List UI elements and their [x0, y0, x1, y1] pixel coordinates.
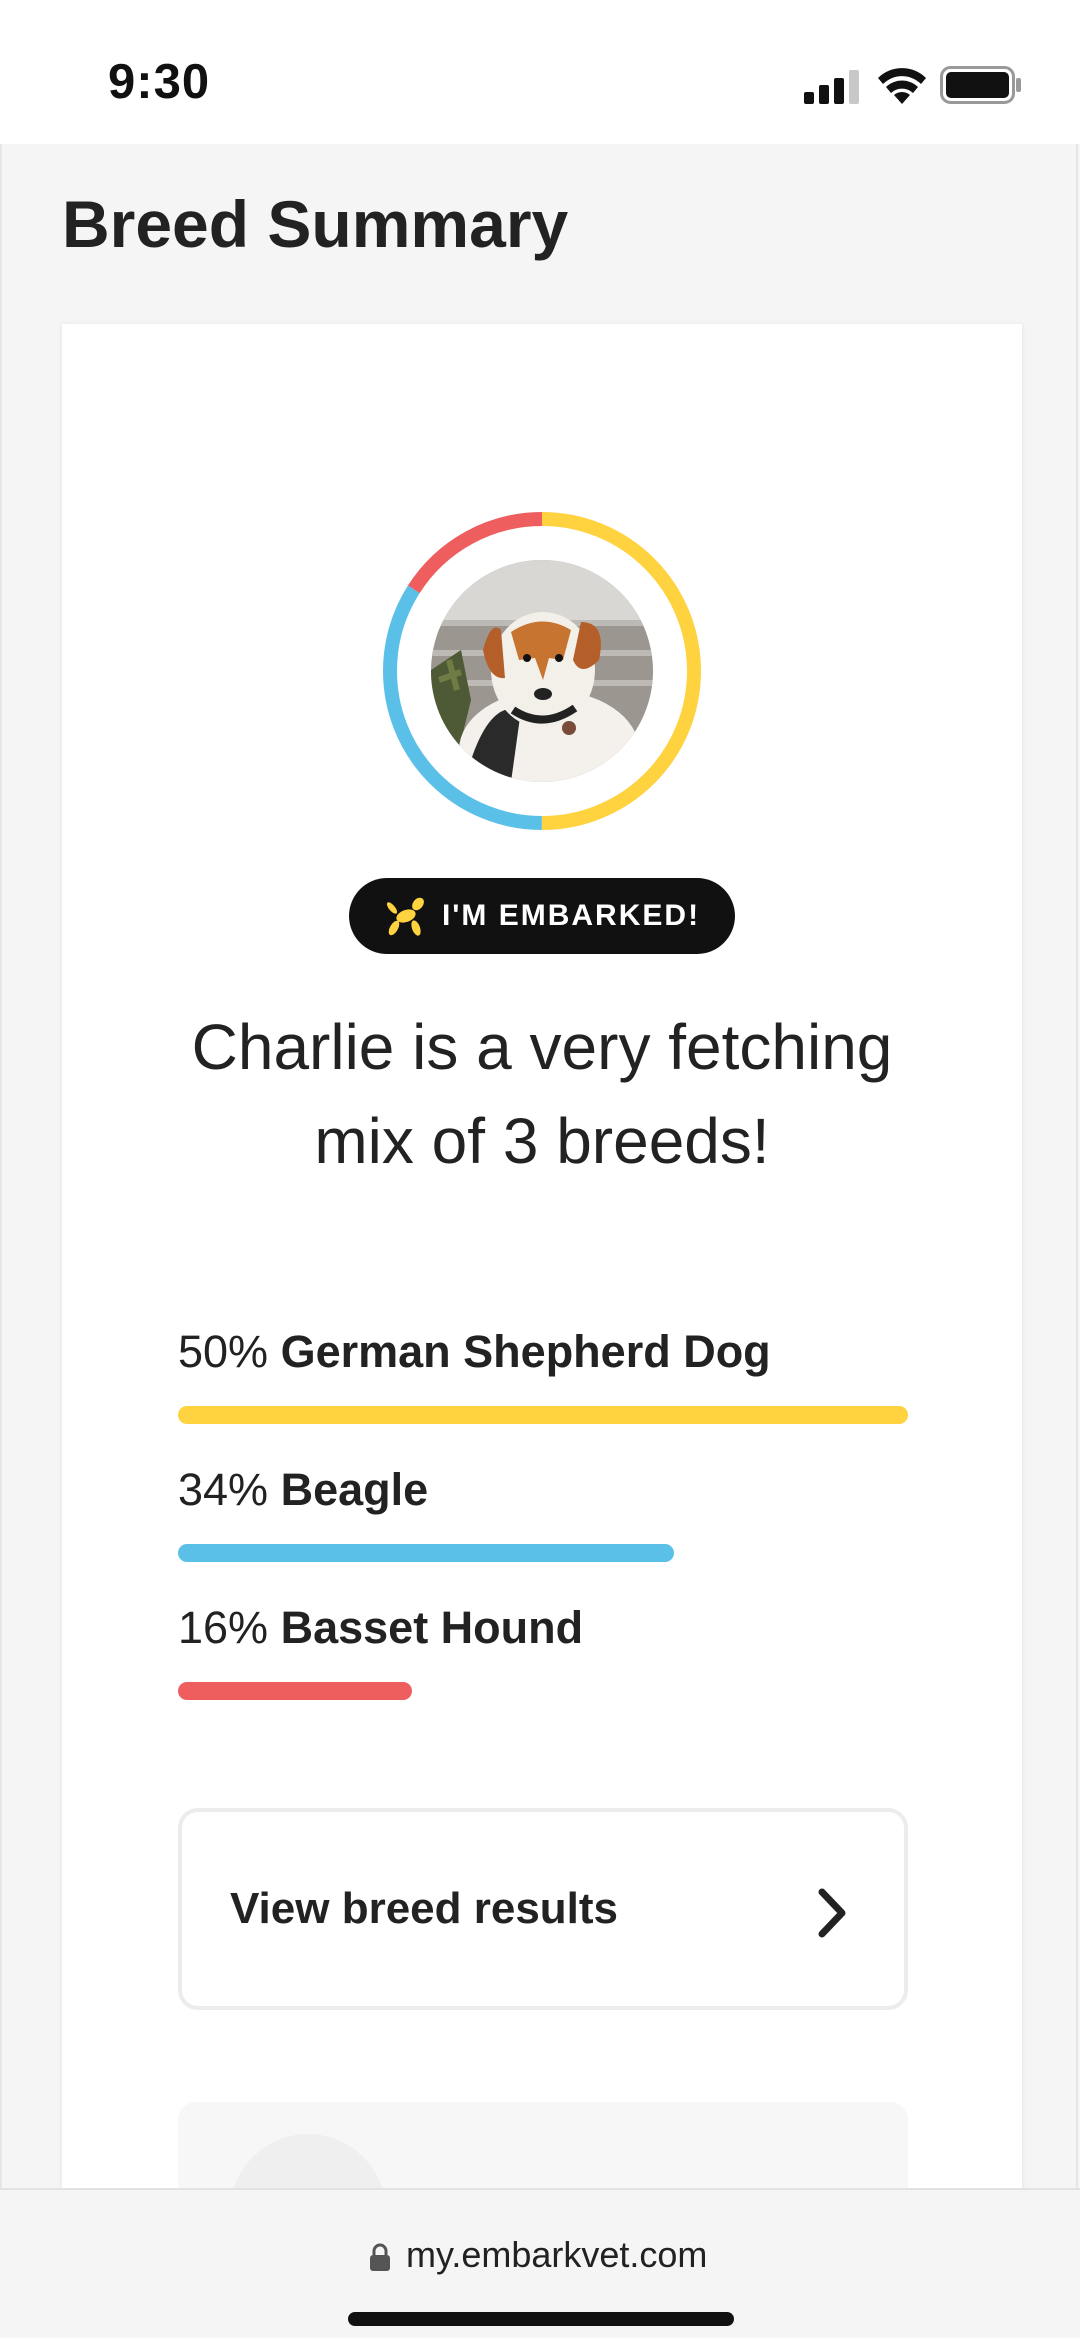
page-content: Breed Summary I'M EMBARKED! Charlie is a…	[0, 144, 1078, 2262]
battery-icon	[940, 66, 1021, 104]
browser-address-bar[interactable]: my.embarkvet.com	[0, 2188, 1080, 2338]
page-title: Breed Summary	[62, 187, 569, 261]
breed-label: 16% Basset Hound	[178, 1600, 908, 1656]
breed-bar	[178, 1682, 908, 1700]
badge-label: I'M EMBARKED!	[441, 899, 701, 932]
breed-summary-card: I'M EMBARKED! Charlie is a very fetching…	[62, 324, 1022, 2262]
url-text[interactable]: my.embarkvet.com	[406, 2234, 707, 2276]
balloon-dog-icon	[386, 897, 424, 936]
home-indicator[interactable]	[348, 2312, 734, 2326]
view-breed-results-button[interactable]: View breed results	[178, 1808, 908, 2010]
chevron-right-icon	[818, 1888, 846, 1938]
breed-percent: 50%	[178, 1326, 269, 1377]
breed-bar	[178, 1406, 908, 1424]
breed-mix-summary: Charlie is a very fetching mix of 3 bree…	[191, 1011, 893, 1177]
status-time: 9:30	[108, 55, 211, 109]
breed-percent: 34%	[178, 1464, 269, 1515]
breed-label: 50% German Shepherd Dog	[178, 1324, 908, 1380]
breed-name: Beagle	[280, 1464, 429, 1515]
breed-percent: 16%	[178, 1602, 269, 1653]
cellular-signal-icon	[804, 70, 859, 104]
breed-label: 34% Beagle	[178, 1462, 908, 1518]
breed-ring	[383, 512, 701, 830]
breed-name: German Shepherd Dog	[280, 1326, 771, 1377]
view-breed-results-label: View breed results	[230, 1884, 619, 1933]
breed-bar-fill	[178, 1406, 908, 1424]
breed-bar-fill	[178, 1682, 412, 1700]
breed-row-basset-hound: 16% Basset Hound	[178, 1600, 908, 1700]
breed-bar-fill	[178, 1544, 675, 1562]
embarked-badge: I'M EMBARKED!	[349, 878, 735, 954]
lock-icon	[370, 2243, 390, 2271]
status-bar: 9:30	[0, 0, 1080, 144]
breed-name: Basset Hound	[280, 1602, 584, 1653]
wifi-icon	[878, 68, 926, 104]
breed-bar	[178, 1544, 908, 1562]
breed-row-beagle: 34% Beagle	[178, 1462, 908, 1562]
breed-row-german-shepherd: 50% German Shepherd Dog	[178, 1324, 908, 1424]
